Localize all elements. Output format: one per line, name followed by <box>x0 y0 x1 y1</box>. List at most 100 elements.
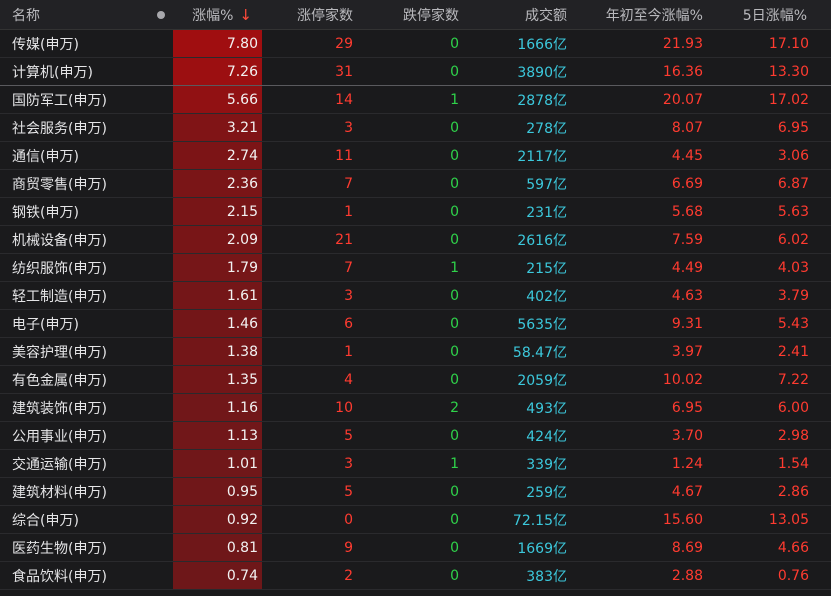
table-row[interactable]: 电子(申万) 1.46 6 0 5635亿 9.31 5.43 <box>0 310 831 338</box>
row-name: 美容护理(申万) <box>12 344 107 361</box>
row-marker <box>148 366 173 393</box>
table-row[interactable]: 钢铁(申万) 2.15 1 0 231亿 5.68 5.63 <box>0 198 831 226</box>
row-limit-up: 3 <box>344 287 353 304</box>
table-row[interactable]: 有色金属(申万) 1.35 4 0 2059亿 10.02 7.22 <box>0 366 831 394</box>
row-ytd: 8.07 <box>671 119 703 136</box>
row-name: 建筑材料(申万) <box>12 484 107 501</box>
row-5day: 0.76 <box>777 567 809 584</box>
row-pct: 2.74 <box>173 142 262 169</box>
row-limit-down: 0 <box>450 483 459 500</box>
row-turnover: 72.15亿 <box>512 512 567 529</box>
col-header-5day[interactable]: 5日涨幅% <box>707 0 831 29</box>
row-limit-down: 0 <box>450 35 459 52</box>
row-pct: 0.74 <box>173 562 262 589</box>
table-row[interactable]: 纺织服饰(申万) 1.79 7 1 215亿 4.49 4.03 <box>0 254 831 282</box>
row-ytd: 21.93 <box>662 35 703 52</box>
row-marker <box>148 170 173 197</box>
row-marker <box>148 282 173 309</box>
table-row[interactable]: 建筑材料(申万) 0.95 5 0 259亿 4.67 2.86 <box>0 478 831 506</box>
row-turnover: 259亿 <box>526 484 567 501</box>
row-5day: 2.98 <box>777 427 809 444</box>
row-pct: 1.38 <box>173 338 262 365</box>
row-name: 有色金属(申万) <box>12 372 107 389</box>
row-marker <box>148 114 173 141</box>
row-limit-up: 21 <box>335 231 353 248</box>
row-pct: 1.61 <box>173 282 262 309</box>
table-row[interactable]: 公用事业(申万) 1.13 5 0 424亿 3.70 2.98 <box>0 422 831 450</box>
row-name: 综合(申万) <box>12 512 79 529</box>
row-5day: 2.41 <box>777 343 809 360</box>
table-row[interactable]: 综合(申万) 0.92 0 0 72.15亿 15.60 13.05 <box>0 506 831 534</box>
row-pct: 2.09 <box>173 226 262 253</box>
col-header-marker[interactable] <box>148 0 173 29</box>
table-row[interactable]: 交通运输(申万) 1.01 3 1 339亿 1.24 1.54 <box>0 450 831 478</box>
row-limit-up: 14 <box>335 91 353 108</box>
row-marker <box>148 394 173 421</box>
row-limit-down: 0 <box>450 511 459 528</box>
table-row[interactable]: 医药生物(申万) 0.81 9 0 1669亿 8.69 4.66 <box>0 534 831 562</box>
row-limit-down: 0 <box>450 63 459 80</box>
row-limit-up: 5 <box>344 483 353 500</box>
row-limit-down: 0 <box>450 539 459 556</box>
row-limit-down: 0 <box>450 147 459 164</box>
table-row[interactable]: 社会服务(申万) 3.21 3 0 278亿 8.07 6.95 <box>0 114 831 142</box>
row-marker <box>148 198 173 225</box>
table-row[interactable]: 建筑装饰(申万) 1.16 10 2 493亿 6.95 6.00 <box>0 394 831 422</box>
col-header-name[interactable]: 名称 <box>0 0 148 29</box>
row-pct: 1.79 <box>173 254 262 281</box>
row-5day: 17.10 <box>768 35 809 52</box>
table-row[interactable]: 通信(申万) 2.74 11 0 2117亿 4.45 3.06 <box>0 142 831 170</box>
row-limit-down: 0 <box>450 231 459 248</box>
row-ytd: 2.88 <box>671 567 703 584</box>
table-row[interactable]: 美容护理(申万) 1.38 1 0 58.47亿 3.97 2.41 <box>0 338 831 366</box>
row-marker <box>148 86 173 113</box>
row-5day: 4.66 <box>777 539 809 556</box>
row-marker <box>148 254 173 281</box>
row-name: 建筑装饰(申万) <box>12 400 107 417</box>
table-row[interactable]: 传媒(申万) 7.80 29 0 1666亿 21.93 17.10 <box>0 30 831 58</box>
table-row[interactable]: 食品饮料(申万) 0.74 2 0 383亿 2.88 0.76 <box>0 562 831 590</box>
row-5day: 7.22 <box>777 371 809 388</box>
table-row[interactable]: 商贸零售(申万) 2.36 7 0 597亿 6.69 6.87 <box>0 170 831 198</box>
row-pct: 5.66 <box>173 86 262 113</box>
row-turnover: 339亿 <box>526 456 567 473</box>
table-row[interactable]: 国防军工(申万) 5.66 14 1 2878亿 20.07 17.02 <box>0 86 831 114</box>
col-header-pct[interactable]: 涨幅% ↓ <box>173 0 262 29</box>
table-row[interactable]: 轻工制造(申万) 1.61 3 0 402亿 4.63 3.79 <box>0 282 831 310</box>
row-pct: 0.92 <box>173 506 262 533</box>
col-header-limit-up[interactable]: 涨停家数 <box>262 0 359 29</box>
row-turnover: 278亿 <box>526 120 567 137</box>
row-limit-up: 7 <box>344 259 353 276</box>
row-name: 纺织服饰(申万) <box>12 260 107 277</box>
row-limit-down: 0 <box>450 315 459 332</box>
table-row[interactable]: 计算机(申万) 7.26 31 0 3890亿 16.36 13.30 <box>0 58 831 86</box>
row-limit-up: 31 <box>335 63 353 80</box>
row-ytd: 4.49 <box>671 259 703 276</box>
row-ytd: 10.02 <box>662 371 703 388</box>
col-header-limit-down[interactable]: 跌停家数 <box>359 0 461 29</box>
row-pct: 1.35 <box>173 366 262 393</box>
row-limit-up: 1 <box>344 203 353 220</box>
row-5day: 3.06 <box>777 147 809 164</box>
row-turnover: 3890亿 <box>517 64 567 81</box>
row-limit-up: 11 <box>335 147 353 164</box>
row-name: 轻工制造(申万) <box>12 288 107 305</box>
row-ytd: 3.97 <box>671 343 703 360</box>
row-limit-up: 3 <box>344 455 353 472</box>
row-turnover: 383亿 <box>526 568 567 585</box>
col-header-turnover[interactable]: 成交额 <box>461 0 573 29</box>
row-turnover: 597亿 <box>526 176 567 193</box>
row-ytd: 8.69 <box>671 539 703 556</box>
row-limit-up: 6 <box>344 315 353 332</box>
row-ytd: 4.67 <box>671 483 703 500</box>
row-marker <box>148 478 173 505</box>
row-limit-down: 0 <box>450 175 459 192</box>
row-name: 交通运输(申万) <box>12 456 107 473</box>
table-row[interactable]: 机械设备(申万) 2.09 21 0 2616亿 7.59 6.02 <box>0 226 831 254</box>
row-marker <box>148 338 173 365</box>
row-5day: 4.03 <box>777 259 809 276</box>
col-header-ytd[interactable]: 年初至今涨幅% <box>573 0 707 29</box>
row-name: 传媒(申万) <box>12 36 79 53</box>
row-marker <box>148 562 173 589</box>
row-name: 社会服务(申万) <box>12 120 107 137</box>
